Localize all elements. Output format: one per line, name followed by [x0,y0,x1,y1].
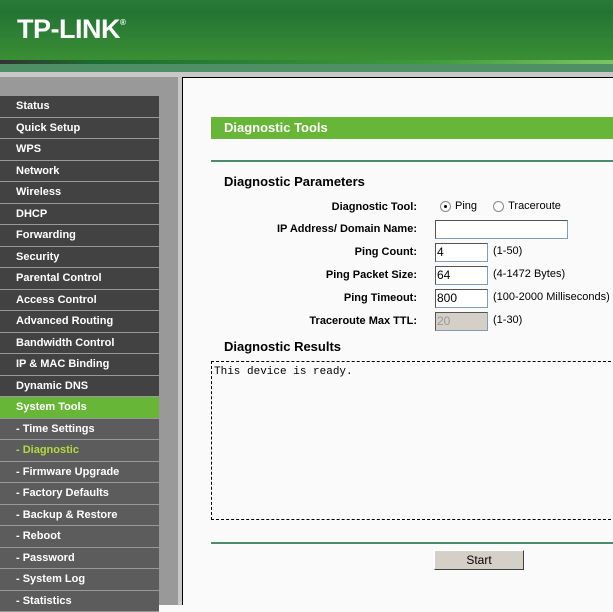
sidebar-item-system-tools[interactable]: System Tools [0,397,159,419]
sidebar-item-statistics[interactable]: - Statistics [0,591,159,612]
timeout-input[interactable]: 800 [435,289,488,308]
sidebar-item-backup-restore[interactable]: - Backup & Restore [0,505,159,527]
sidebar-item-diagnostic[interactable]: - Diagnostic [0,440,159,462]
ping-radio-label[interactable]: Ping [455,200,477,212]
sidebar-item-network[interactable]: Network [0,161,159,183]
header-band [0,64,613,72]
ip-address-input[interactable] [435,220,568,239]
results-box: This device is ready. [211,361,613,520]
ping-count-hint: (1-50) [493,243,522,259]
registered-mark: ® [120,18,125,27]
diagnostic-tool-label: Diagnostic Tool: [332,201,417,213]
tp-link-logo: TP-LINK® [17,14,125,45]
bottom-divider [211,542,613,544]
sidebar-item-wps[interactable]: WPS [0,139,159,161]
traceroute-radio-label[interactable]: Traceroute [508,200,561,212]
sidebar-item-dynamic-dns[interactable]: Dynamic DNS [0,376,159,398]
title-divider [211,160,613,162]
results-heading: Diagnostic Results [224,339,341,354]
sidebar-item-wireless[interactable]: Wireless [0,182,159,204]
sidebar-item-reboot[interactable]: - Reboot [0,526,159,548]
packet-size-hint: (4-1472 Bytes) [493,266,565,282]
ping-count-input[interactable]: 4 [435,243,488,262]
ttl-row: Traceroute Max TTL: 20 (1-30) [211,312,613,332]
sidebar-item-security[interactable]: Security [0,247,159,269]
logo-text: TP-LINK [17,14,120,44]
main-frame-top-border [182,77,613,78]
ttl-label: Traceroute Max TTL: [309,315,417,327]
sidebar-item-system-log[interactable]: - System Log [0,569,159,591]
sidebar-item-dhcp[interactable]: DHCP [0,204,159,226]
sidebar-menu: StatusQuick SetupWPSNetworkWirelessDHCPF… [0,96,159,612]
traceroute-radio[interactable] [493,201,504,212]
ping-count-row: Ping Count: 4 (1-50) [211,243,613,263]
sidebar-item-parental-control[interactable]: Parental Control [0,268,159,290]
packet-size-row: Ping Packet Size: 64 (4-1472 Bytes) [211,266,613,286]
sidebar-item-ip-mac-binding[interactable]: IP & MAC Binding [0,354,159,376]
main-frame-border [182,77,183,605]
header-banner: TP-LINK® [0,0,613,60]
ping-radio[interactable] [440,201,451,212]
sidebar-item-firmware-upgrade[interactable]: - Firmware Upgrade [0,462,159,484]
sidebar-item-forwarding[interactable]: Forwarding [0,225,159,247]
diagnostic-tool-row: Diagnostic Tool: Ping Traceroute [211,198,613,218]
timeout-hint: (100-2000 Milliseconds) [493,289,610,305]
ip-label: IP Address/ Domain Name: [277,223,417,235]
sidebar-item-status[interactable]: Status [0,96,159,118]
ping-count-label: Ping Count: [355,246,417,258]
timeout-row: Ping Timeout: 800 (100-2000 Milliseconds) [211,289,613,309]
sidebar-item-access-control[interactable]: Access Control [0,290,159,312]
timeout-label: Ping Timeout: [344,292,417,304]
sidebar-item-password[interactable]: - Password [0,548,159,570]
ttl-input: 20 [435,312,488,331]
ttl-hint: (1-30) [493,312,522,328]
params-heading: Diagnostic Parameters [224,174,365,189]
page-title: Diagnostic Tools [211,117,613,139]
sidebar-item-quick-setup[interactable]: Quick Setup [0,118,159,140]
sidebar-item-factory-defaults[interactable]: - Factory Defaults [0,483,159,505]
start-button[interactable]: Start [434,550,524,570]
sidebar-item-advanced-routing[interactable]: Advanced Routing [0,311,159,333]
sidebar-item-time-settings[interactable]: - Time Settings [0,419,159,441]
ip-row: IP Address/ Domain Name: [211,220,613,240]
packet-size-label: Ping Packet Size: [326,269,417,281]
packet-size-input[interactable]: 64 [435,266,488,285]
sidebar-item-bandwidth-control[interactable]: Bandwidth Control [0,333,159,355]
